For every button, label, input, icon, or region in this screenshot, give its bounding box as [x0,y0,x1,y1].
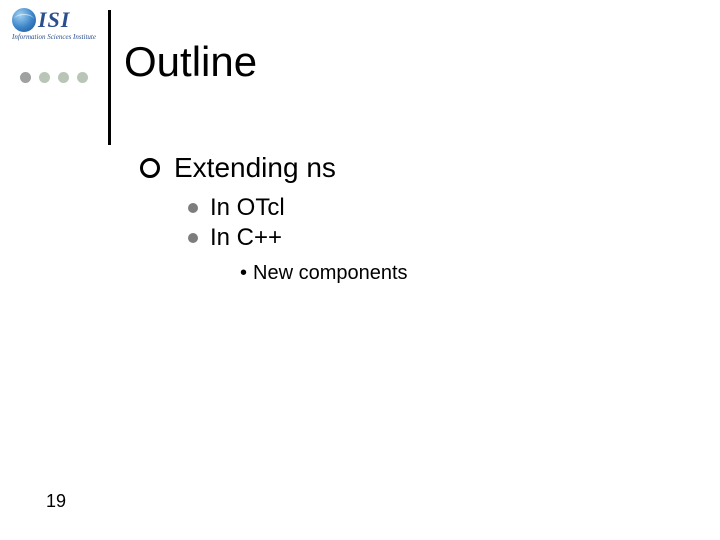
outline-text: New components [253,262,408,284]
outline-item-level2: In OTcl [188,194,408,222]
dot-icon [20,72,31,83]
page-number: 19 [46,491,66,512]
ring-bullet-icon [140,158,160,178]
dot-icon [58,72,69,83]
outline-item-level1: Extending ns [140,152,408,184]
outline-text: In OTcl [210,194,285,222]
title-divider [108,10,111,145]
dot-bullet-icon [188,203,198,213]
slide-body: Extending ns In OTcl In C++ • New compone… [140,152,408,285]
globe-icon [12,8,36,32]
outline-item-level3: • New components [240,262,408,285]
outline-text: Extending ns [174,152,336,184]
bullet-icon: • [240,262,247,284]
decorative-dots [20,72,88,83]
slide-title: Outline [124,38,257,86]
logo-letters: ISI [38,9,70,31]
org-logo: ISI Information Sciences Institute [12,8,84,41]
dot-bullet-icon [188,233,198,243]
dot-icon [39,72,50,83]
outline-item-level2: In C++ [188,224,408,252]
logo-mark: ISI [12,8,84,32]
dot-icon [77,72,88,83]
outline-text: In C++ [210,224,282,252]
logo-subtitle: Information Sciences Institute [12,34,84,41]
